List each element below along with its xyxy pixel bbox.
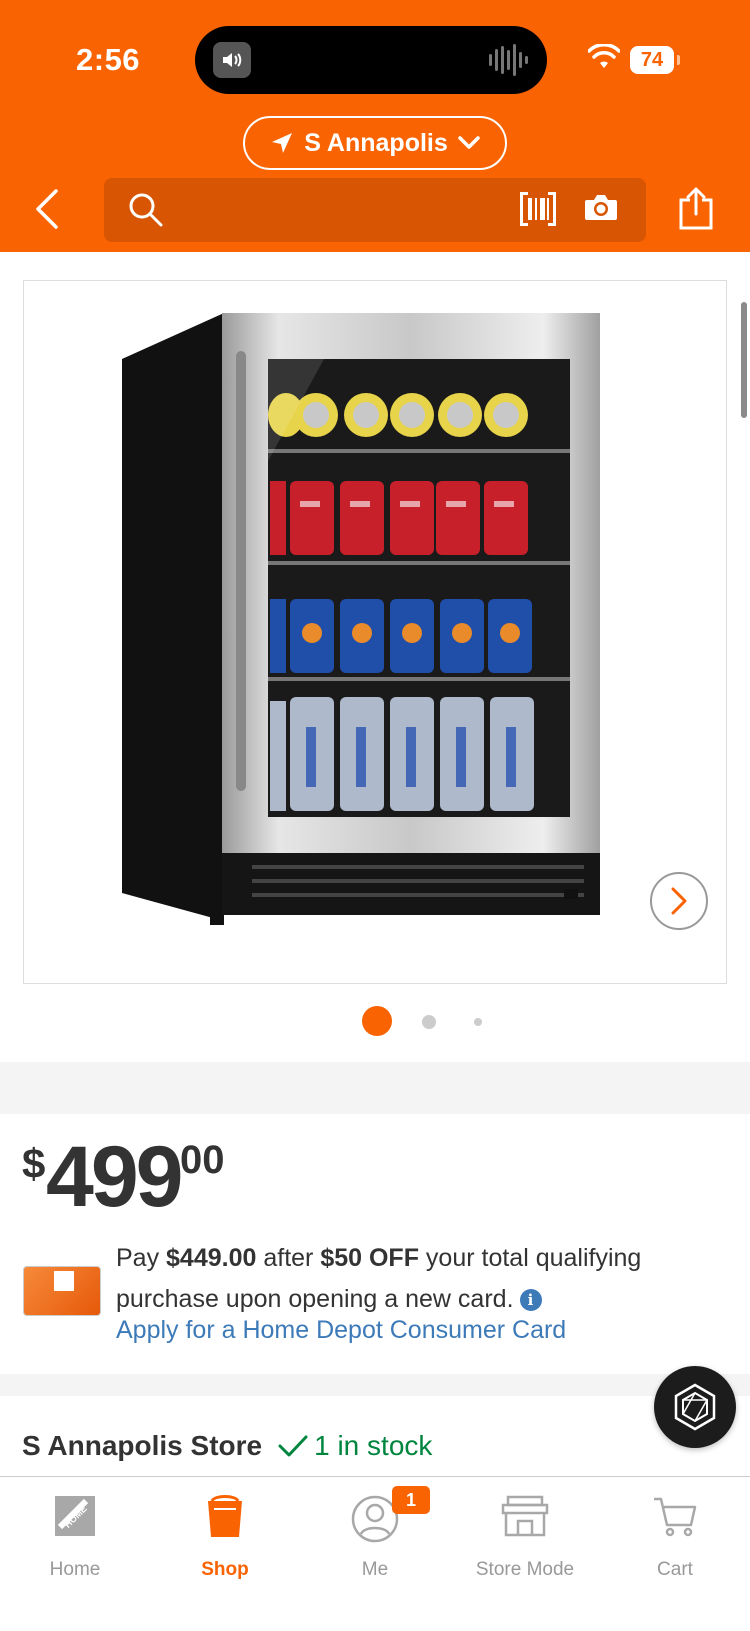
bottom-tab-bar: HOME Home Shop Me Store Mode Cart — [0, 1476, 750, 1631]
dynamic-island — [195, 26, 547, 94]
credit-card-image — [23, 1266, 101, 1316]
stock-text: 1 in stock — [314, 1430, 433, 1461]
shop-bucket-icon — [208, 1495, 242, 1537]
search-icon — [129, 193, 163, 227]
search-input[interactable] — [174, 188, 504, 232]
chevron-right-icon — [671, 887, 687, 915]
status-bar: 2:56 74 — [0, 0, 750, 120]
next-image-button[interactable] — [650, 872, 708, 930]
promo-text-after: after — [256, 1244, 321, 1272]
price-currency: $ — [22, 1140, 46, 1187]
tab-cart-label: Cart — [657, 1559, 693, 1580]
promo-text-pay: Pay — [116, 1244, 167, 1272]
store-availability: S Annapolis Store 1 in stock — [22, 1430, 432, 1462]
stock-status: 1 in stock — [278, 1430, 432, 1462]
section-divider — [0, 1062, 750, 1114]
tab-shop-label: Shop — [201, 1559, 249, 1580]
gallery-pagination — [0, 1006, 750, 1038]
assistant-button[interactable] — [654, 1366, 736, 1448]
store-selector[interactable]: S Annapolis — [243, 116, 507, 170]
info-icon[interactable]: i — [519, 1289, 542, 1311]
store-icon — [501, 1495, 549, 1537]
promo-price: $449.00 — [166, 1244, 257, 1272]
home-depot-logo-icon: HOME — [55, 1496, 95, 1536]
battery-indicator: 74 — [630, 46, 680, 74]
cart-icon — [654, 1497, 697, 1537]
chevron-down-icon — [458, 136, 480, 149]
pagination-dot[interactable] — [474, 1018, 482, 1026]
camera-icon[interactable] — [584, 194, 618, 222]
tab-store-mode-label: Store Mode — [475, 1559, 575, 1580]
location-arrow-icon — [272, 133, 293, 153]
product-image[interactable] — [23, 280, 727, 984]
search-bar[interactable] — [104, 178, 646, 242]
back-arrow-icon — [36, 189, 58, 229]
product-gallery[interactable] — [0, 252, 750, 1060]
wifi-icon — [588, 44, 620, 68]
store-name[interactable]: S Annapolis Store — [22, 1430, 262, 1462]
check-icon — [278, 1435, 308, 1457]
price-cents: 00 — [180, 1138, 225, 1182]
scrollbar[interactable] — [741, 302, 747, 418]
speaker-icon — [213, 42, 251, 78]
promo-discount: $50 OFF — [320, 1244, 419, 1272]
share-button[interactable] — [678, 186, 714, 235]
home-depot-logo-icon — [54, 1271, 74, 1291]
price-dollars: 499 — [46, 1129, 183, 1225]
me-notification-badge: 1 — [392, 1486, 430, 1514]
tab-me-label: Me — [361, 1559, 389, 1580]
app-header: 2:56 74 S Annapolis — [0, 0, 750, 252]
apply-card-link[interactable]: Apply for a Home Depot Consumer Card — [116, 1316, 566, 1345]
pagination-dot-active[interactable] — [362, 1006, 392, 1036]
hexagon-assistant-icon — [674, 1383, 716, 1431]
audio-wave-icon — [489, 44, 528, 76]
card-promo-text: Pay $449.00 after $50 OFF your total qua… — [116, 1238, 716, 1320]
pagination-dot[interactable] — [422, 1015, 436, 1029]
status-time: 2:56 — [76, 42, 141, 77]
barcode-icon[interactable] — [520, 192, 556, 226]
back-button[interactable] — [34, 186, 66, 232]
store-selector-label: S Annapolis — [304, 128, 448, 157]
beverage-cooler-photo — [122, 313, 600, 925]
tab-home-label: Home — [49, 1559, 101, 1580]
section-divider — [0, 1374, 750, 1396]
share-icon — [679, 187, 713, 230]
